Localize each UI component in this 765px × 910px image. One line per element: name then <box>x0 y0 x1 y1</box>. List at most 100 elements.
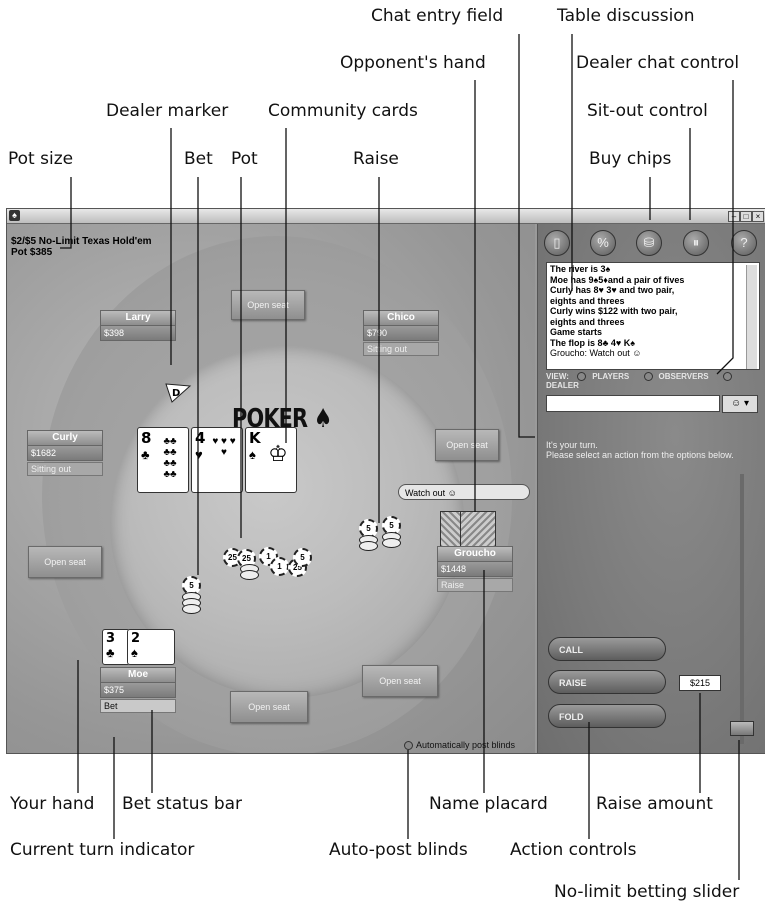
player-status: Raise <box>437 578 513 592</box>
callout-opponents-hand: Opponent's hand <box>340 53 486 73</box>
player-placard-curly[interactable]: Curly $1682 Sitting out <box>27 430 103 476</box>
player-placard-larry[interactable]: Larry $398 <box>100 310 176 341</box>
open-seat-right[interactable]: Open seat <box>435 429 499 461</box>
opponent-hand <box>440 511 510 555</box>
callout-auto-post-blinds: Auto-post blinds <box>329 840 468 860</box>
callout-chat-entry-field: Chat entry field <box>371 6 504 26</box>
auto-post-radio[interactable] <box>404 741 413 751</box>
player-name: Moe <box>100 667 176 683</box>
player-status: Sitting out <box>363 342 439 356</box>
spade-app-icon[interactable]: ♠ <box>9 210 20 221</box>
radio-icon <box>643 372 653 382</box>
chat-line: The flop is 8♣ 4♥ K♠ <box>550 337 636 348</box>
dealer-marker-icon: D <box>165 383 192 403</box>
chat-speech-bubble: Watch out ☺ <box>398 484 530 500</box>
close-button[interactable]: × <box>752 211 764 222</box>
card-rank: 4 <box>195 429 206 447</box>
callout-raise: Raise <box>353 149 399 169</box>
pot-size: Pot $385 <box>11 247 53 258</box>
callout-no-limit-betting-slider: No-limit betting slider <box>554 882 740 902</box>
bet-chip-stack <box>182 604 201 614</box>
callout-dealer-marker: Dealer marker <box>106 101 229 121</box>
callout-bet-status-bar: Bet status bar <box>122 794 243 814</box>
callout-action-controls: Action controls <box>510 840 637 860</box>
player-chips: $375 <box>100 683 176 698</box>
card-icon-button[interactable]: ▯ <box>544 230 570 256</box>
open-seat-top[interactable]: Open seat <box>231 290 305 320</box>
turn-message-line1: It's your turn. <box>546 440 598 450</box>
spade-icon: ♠ <box>307 404 333 434</box>
callout-pot: Pot <box>231 149 258 169</box>
minimize-button[interactable]: – <box>728 211 740 222</box>
card-rank: 3 <box>106 631 116 646</box>
open-seat-bottom-right[interactable]: Open seat <box>362 665 438 697</box>
help-button[interactable]: ? <box>731 230 757 256</box>
callout-current-turn-indicator: Current turn indicator <box>10 840 195 860</box>
buy-chips-button[interactable]: ⛁ <box>636 230 662 256</box>
pot-chip: 1 <box>270 557 289 576</box>
chat-scrollbar[interactable] <box>746 265 757 369</box>
chat-line: eights and threes <box>550 316 625 327</box>
view-dealer-label: DEALER <box>546 381 579 391</box>
card-suit: ♣ <box>106 645 115 660</box>
pot-chip: 5 <box>293 548 312 567</box>
open-seat-left[interactable]: Open seat <box>28 546 102 578</box>
bet-status-bar: Bet <box>100 699 176 713</box>
dealer-marker: D <box>164 382 192 409</box>
card-pips: ♣♣ ♣♣ ♣♣ ♣♣ <box>163 436 177 480</box>
turn-message-line2: Please select an action from the options… <box>546 450 734 460</box>
turn-message: It's your turn. Please select an action … <box>546 440 736 460</box>
player-placard-groucho[interactable]: Groucho $1448 Raise <box>437 546 513 592</box>
card-rank: 8 <box>141 429 152 447</box>
raise-chip-stack <box>382 538 401 548</box>
view-players-radio[interactable]: PLAYERS <box>577 372 635 382</box>
callout-bet: Bet <box>184 149 213 169</box>
raise-amount-field[interactable]: $215 <box>679 675 721 691</box>
player-name: Curly <box>27 430 103 446</box>
player-placard-chico[interactable]: Chico $790 Sitting out <box>363 310 439 356</box>
percent-icon-button[interactable]: % <box>590 230 616 256</box>
call-button[interactable]: CALL <box>548 637 666 661</box>
player-chips: $1448 <box>437 562 513 577</box>
chat-line: Moe has 9♠5♦and a pair of fives <box>550 274 685 285</box>
card-rank: K <box>249 429 261 447</box>
callout-name-placard: Name placard <box>429 794 548 814</box>
chat-line: Curly has 8♥ 3♥ and two pair, <box>550 285 675 295</box>
hand-card: 3 ♣ <box>102 629 130 665</box>
callout-table-discussion: Table discussion <box>557 6 695 26</box>
emoticon-dropdown[interactable]: ☺ ▾ <box>722 395 758 413</box>
radio-icon <box>577 372 587 382</box>
community-card: 4 ♥ ♥ ♥ ♥ ♥ <box>191 427 243 493</box>
betting-slider-track[interactable] <box>740 474 744 744</box>
chat-entry-field[interactable] <box>546 395 720 412</box>
callout-your-hand: Your hand <box>10 794 95 814</box>
title-bar: ♠ – □ × <box>7 209 765 224</box>
community-card: K ♠ ♔ <box>245 427 297 493</box>
player-placard-moe[interactable]: Moe $375 Bet <box>100 667 176 713</box>
raise-button[interactable]: RAISE <box>548 670 666 694</box>
callout-raise-amount: Raise amount <box>596 794 713 814</box>
your-hand: 3 ♣ 2 ♠ <box>102 629 177 669</box>
card-suit: ♠ <box>131 645 138 660</box>
view-observers-radio[interactable]: OBSERVERS <box>643 372 715 382</box>
auto-post-blinds[interactable]: Automatically post blinds <box>404 740 516 751</box>
poker-window: ♠ – □ × $2/$5 No-Limit Texas Hold'em Pot… <box>6 208 765 754</box>
chat-line: eights and threes <box>550 295 625 306</box>
maximize-button[interactable]: □ <box>740 211 752 222</box>
fold-button[interactable]: FOLD <box>548 704 666 728</box>
dealer-marker-label: D <box>172 388 180 399</box>
chat-line: Curly wins $122 with two pair, <box>550 306 678 316</box>
radio-icon <box>722 372 732 382</box>
game-title: $2/$5 No-Limit Texas Hold'em <box>11 236 152 247</box>
table-discussion[interactable]: The river is 3♠ Moe has 9♠5♦and a pair o… <box>546 262 760 370</box>
player-name: Chico <box>363 310 439 326</box>
callout-pot-size: Pot size <box>8 149 74 169</box>
open-seat-bottom[interactable]: Open seat <box>230 691 308 723</box>
card-pips: ♔ <box>268 441 288 466</box>
betting-slider-thumb[interactable] <box>730 721 754 736</box>
player-chips: $1682 <box>27 446 103 461</box>
callout-sit-out-control: Sit-out control <box>587 101 708 121</box>
auto-post-label: Automatically post blinds <box>416 740 516 750</box>
chat-line: Groucho: Watch out ☺ <box>550 348 642 358</box>
sit-out-button[interactable]: ⏸ <box>683 230 709 256</box>
